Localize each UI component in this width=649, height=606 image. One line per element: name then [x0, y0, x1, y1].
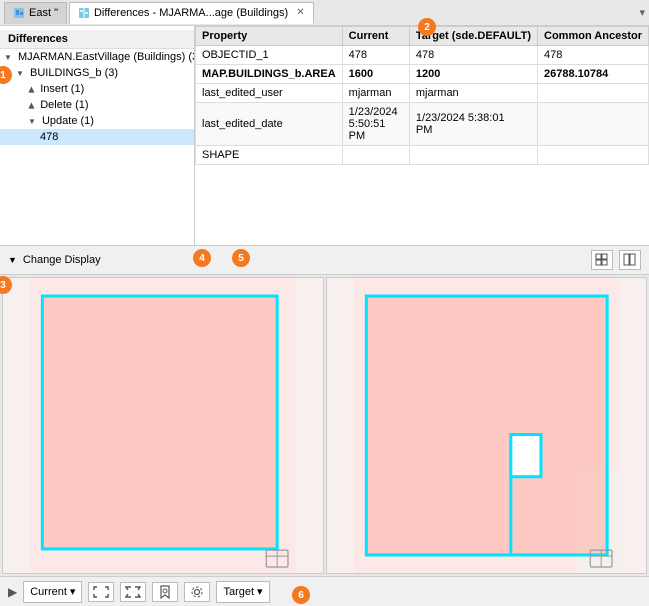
cell-target: 1200 — [409, 65, 537, 84]
cell-current: mjarman — [342, 84, 409, 103]
target-arrow-icon: ▾ — [257, 585, 263, 598]
sync-extent-button[interactable] — [120, 582, 146, 602]
settings-button[interactable] — [184, 582, 210, 602]
change-display-arrow[interactable]: ▼ — [8, 255, 17, 265]
diff-table-panel: Property Current Target (sde.DEFAULT) Co… — [195, 26, 649, 245]
panel-header-label: Differences — [8, 33, 68, 45]
tree-478-label: 478 — [40, 131, 58, 143]
map-panel-target[interactable] — [326, 277, 648, 574]
cell-current: 478 — [342, 46, 409, 65]
change-display-label: Change Display — [23, 254, 101, 266]
bookmark-button[interactable] — [152, 582, 178, 602]
top-section: 1 2 Differences ▼ MJARMAN.EastVillage (B… — [0, 26, 649, 246]
cell-ancestor: 26788.10784 — [538, 65, 649, 84]
tree-buildings-item[interactable]: ▼ BUILDINGS_b (3) — [0, 65, 194, 81]
bottom-toolbar: ▶ Current ▾ — [0, 576, 649, 606]
tab-bar: East " Differences - MJARMA...age (Build… — [0, 0, 649, 26]
cell-ancestor: 478 — [538, 46, 649, 65]
tree-arrow-insert: ▶ — [27, 86, 36, 92]
tree-update-label: Update (1) — [42, 115, 94, 127]
table-row: OBJECTID_1 478 478 478 — [196, 46, 649, 65]
map-panel-current[interactable] — [2, 277, 324, 574]
tab-differences[interactable]: Differences - MJARMA...age (Buildings) ✕ — [69, 2, 314, 24]
tab-differences-label: Differences - MJARMA...age (Buildings) — [94, 7, 288, 19]
change-display-header: ▼ Change Display — [0, 246, 649, 275]
table-view-button[interactable] — [591, 250, 613, 270]
sync-extent-icon — [125, 586, 141, 598]
table-row: SHAPE — [196, 146, 649, 165]
map-svg-current — [3, 278, 323, 573]
annotation-6: 6 — [292, 586, 310, 604]
zoom-extent-button[interactable] — [88, 582, 114, 602]
cell-current: 1600 — [342, 65, 409, 84]
cell-property: last_edited_user — [196, 84, 343, 103]
annotation-5: 5 — [232, 249, 250, 267]
current-dropdown[interactable]: Current ▾ — [23, 581, 82, 603]
tab-east-village-label: East " — [29, 7, 58, 19]
panel-header: Differences — [0, 30, 194, 49]
cell-current: 1/23/2024 5:50:51 PM — [342, 103, 409, 146]
target-dropdown[interactable]: Target ▾ — [216, 581, 269, 603]
diff-table: Property Current Target (sde.DEFAULT) Co… — [195, 26, 649, 165]
table-row: last_edited_user mjarman mjarman — [196, 84, 649, 103]
tree-478-item[interactable]: 478 — [0, 129, 194, 145]
play-icon: ▶ — [8, 585, 17, 599]
cell-target: mjarman — [409, 84, 537, 103]
map-svg-target — [327, 278, 647, 573]
table-row: last_edited_date 1/23/2024 5:50:51 PM 1/… — [196, 103, 649, 146]
cell-target: 478 — [409, 46, 537, 65]
cell-target — [409, 146, 537, 165]
cell-property: OBJECTID_1 — [196, 46, 343, 65]
target-label: Target — [223, 586, 254, 598]
bookmark-icon — [158, 585, 172, 599]
cell-property: last_edited_date — [196, 103, 343, 146]
annotation-2: 2 — [418, 18, 436, 36]
tree-insert-label: Insert (1) — [40, 83, 84, 95]
tree-arrow-delete: ▶ — [27, 102, 36, 108]
cell-property: SHAPE — [196, 146, 343, 165]
tab-close-button[interactable]: ✕ — [296, 7, 304, 18]
table-view-icon — [595, 253, 609, 267]
zoom-extent-icon — [93, 586, 109, 598]
tree-update-item[interactable]: ▼ Update (1) — [0, 113, 194, 129]
col-ancestor: Common Ancestor — [538, 27, 649, 46]
cell-target: 1/23/2024 5:38:01 PM — [409, 103, 537, 146]
table-row-highlight: MAP.BUILDINGS_b.AREA 1600 1200 26788.107… — [196, 65, 649, 84]
cell-ancestor — [538, 103, 649, 146]
tree-root-label: MJARMAN.EastVillage (Buildings) (3) — [18, 51, 195, 63]
cell-ancestor — [538, 146, 649, 165]
map-container — [0, 275, 649, 576]
main-container: 1 2 Differences ▼ MJARMAN.EastVillage (B… — [0, 26, 649, 606]
cell-ancestor — [538, 84, 649, 103]
tab-bar-overflow[interactable]: ▾ — [639, 6, 645, 19]
diff-tab-icon — [78, 7, 90, 19]
tree-arrow-update: ▼ — [28, 117, 36, 126]
tree-insert-item[interactable]: ▶ Insert (1) — [0, 81, 194, 97]
tree-delete-label: Delete (1) — [40, 99, 88, 111]
annotation-4: 4 — [193, 249, 211, 267]
tree-buildings-label: BUILDINGS_b (3) — [30, 67, 118, 79]
tree-delete-item[interactable]: ▶ Delete (1) — [0, 97, 194, 113]
tree-arrow-buildings: ▼ — [16, 69, 24, 78]
tree-arrow-root: ▼ — [4, 53, 12, 62]
bottom-section: 3 4 5 6 ▼ Change Display — [0, 246, 649, 606]
map-tab-icon — [13, 7, 25, 19]
tab-east-village[interactable]: East " — [4, 2, 67, 24]
current-arrow-icon: ▾ — [70, 585, 76, 598]
gear-icon — [190, 585, 204, 599]
cell-property: MAP.BUILDINGS_b.AREA — [196, 65, 343, 84]
col-current: Current — [342, 27, 409, 46]
current-label: Current — [30, 586, 67, 598]
split-view-icon — [623, 253, 637, 267]
cell-current — [342, 146, 409, 165]
col-property: Property — [196, 27, 343, 46]
tree-root-item[interactable]: ▼ MJARMAN.EastVillage (Buildings) (3) — [0, 49, 194, 65]
split-view-button[interactable] — [619, 250, 641, 270]
tree-panel: Differences ▼ MJARMAN.EastVillage (Build… — [0, 26, 195, 245]
